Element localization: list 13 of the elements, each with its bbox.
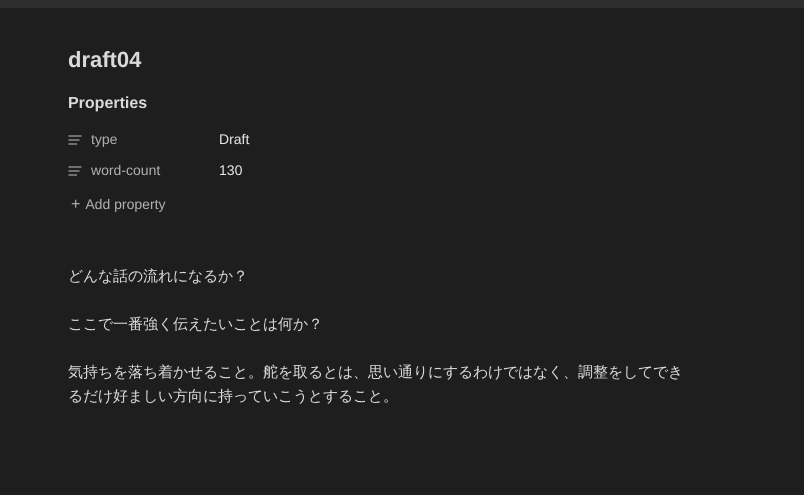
- property-value[interactable]: 130: [219, 160, 242, 181]
- paragraph: 気持ちを落ち着かせること。舵を取るとは、思い通りにするわけではなく、調整をしてできるだけ好ましい方向に持っていこうとすること。: [68, 363, 684, 407]
- text-lines-icon: [68, 166, 82, 176]
- paragraph: どんな話の流れになるか？: [68, 267, 249, 287]
- add-property-button[interactable]: + Add property: [68, 194, 166, 215]
- properties-heading: Properties: [68, 94, 148, 114]
- paragraph: ここで一番強く伝えたいことは何か？: [68, 315, 324, 335]
- plus-icon: +: [71, 196, 80, 212]
- property-name[interactable]: word-count: [91, 160, 219, 181]
- property-value[interactable]: Draft: [219, 129, 250, 150]
- note-title: draft04: [68, 46, 142, 74]
- property-name[interactable]: type: [91, 129, 219, 150]
- text-lines-icon: [68, 134, 82, 144]
